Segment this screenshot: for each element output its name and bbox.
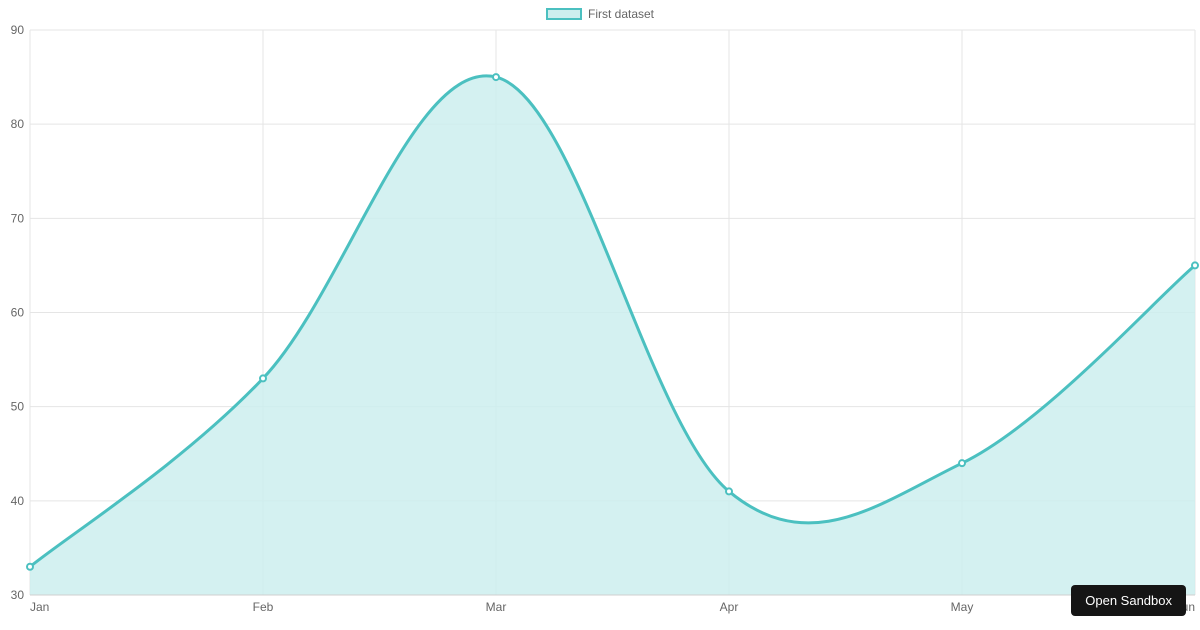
chart-container: First dataset 30405060708090JanFebMarApr…: [0, 0, 1200, 630]
data-point: [27, 564, 33, 570]
data-point: [959, 460, 965, 466]
x-tick-label: May: [951, 600, 974, 614]
x-tick-label: Feb: [253, 600, 274, 614]
data-point: [493, 74, 499, 80]
x-tick-label: Apr: [720, 600, 739, 614]
x-tick-label: Jan: [30, 600, 49, 614]
data-point: [1192, 262, 1198, 268]
y-tick-label: 60: [11, 306, 25, 320]
chart-svg: 30405060708090JanFebMarAprMayJun: [0, 0, 1200, 630]
y-tick-label: 50: [11, 400, 25, 414]
y-tick-label: 30: [11, 588, 25, 602]
open-sandbox-button[interactable]: Open Sandbox: [1071, 585, 1186, 616]
y-tick-label: 80: [11, 117, 25, 131]
y-tick-label: 40: [11, 494, 25, 508]
area-fill: [30, 76, 1195, 595]
x-tick-label: Mar: [486, 600, 507, 614]
y-tick-label: 70: [11, 211, 25, 225]
data-point: [260, 375, 266, 381]
y-tick-label: 90: [11, 23, 25, 37]
data-point: [726, 488, 732, 494]
